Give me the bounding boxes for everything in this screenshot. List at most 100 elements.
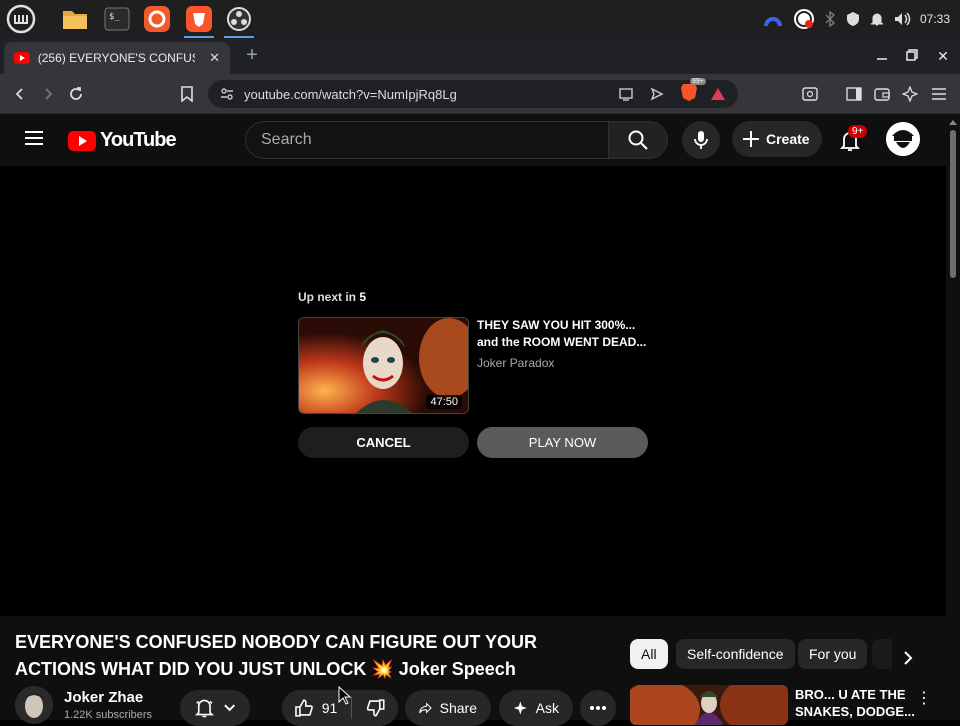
leo-ai-icon[interactable] [898, 82, 922, 106]
plus-icon [743, 131, 759, 147]
chips-next-button[interactable] [896, 646, 920, 670]
up-next-thumbnail[interactable]: 47:50 [298, 317, 469, 414]
chevron-down-icon [224, 704, 235, 712]
tab-title: (256) EVERYONE'S CONFUSED [37, 51, 195, 65]
channel-avatar[interactable] [15, 686, 53, 724]
back-button[interactable] [8, 82, 32, 106]
video-player[interactable]: Up next in 5 47:50 THEY SAW YOU HIT 300%… [0, 166, 946, 616]
recommended-title[interactable]: BRO... U ATE THE SNAKES, DODGE... [795, 686, 915, 720]
system-tray: 07:33 [762, 0, 950, 38]
svg-text:$_: $_ [109, 12, 120, 22]
vpn-icon[interactable] [762, 10, 784, 28]
youtube-logo-icon [68, 130, 96, 151]
like-count[interactable]: 91 [322, 700, 338, 716]
search-icon [628, 130, 648, 150]
browser-menu-icon[interactable] [927, 82, 951, 106]
below-player: EVERYONE'S CONFUSED NOBODY CAN FIGURE OU… [0, 616, 946, 726]
mouse-cursor-icon [338, 686, 352, 705]
ask-label: Ask [535, 700, 559, 716]
create-label: Create [766, 131, 810, 147]
new-tab-button[interactable]: + [240, 44, 264, 68]
ask-button[interactable]: Ask [499, 690, 573, 726]
channel-avatar-image-icon [15, 686, 53, 724]
send-icon[interactable] [650, 87, 664, 101]
channel-name[interactable]: Joker Zhae [64, 689, 143, 706]
page-scrollbar[interactable] [946, 114, 960, 720]
chip-all[interactable]: All [630, 639, 668, 669]
youtube-logo[interactable]: YouTube [68, 129, 177, 152]
cancel-autoplay-button[interactable]: CANCEL [298, 427, 469, 458]
voice-search-button[interactable] [682, 121, 720, 159]
shield-update-icon[interactable] [845, 11, 861, 27]
address-bar[interactable]: youtube.com/watch?v=NumIpjRq8Lg 99+ [208, 77, 738, 108]
youtube-masthead: YouTube Search Create 9+ [0, 114, 946, 166]
tab-search-icon[interactable] [798, 82, 822, 106]
forward-button[interactable] [36, 82, 60, 106]
search-button[interactable] [608, 121, 668, 159]
site-settings-icon[interactable] [220, 87, 234, 101]
search-input[interactable]: Search [245, 121, 608, 159]
like-icon[interactable] [294, 698, 314, 718]
microphone-icon [694, 131, 708, 149]
browser-tab-strip: (256) EVERYONE'S CONFUSED ✕ + ✕ [0, 38, 960, 74]
bell-outline-icon [194, 699, 214, 718]
notifications-button[interactable]: 9+ [832, 123, 868, 159]
os-taskbar: $_ 07:33 [0, 0, 960, 38]
minimize-button[interactable] [872, 46, 892, 66]
tab-close-icon[interactable]: ✕ [209, 50, 220, 66]
volume-icon[interactable] [893, 11, 911, 27]
chip-for-you[interactable]: For you [798, 639, 868, 669]
more-horizontal-icon [590, 706, 606, 710]
video-duration: 47:50 [426, 395, 462, 409]
tab-youtube[interactable]: (256) EVERYONE'S CONFUSED ✕ [4, 42, 230, 74]
brave-rewards-icon[interactable] [710, 87, 726, 101]
up-next-label: Up next in 5 [298, 290, 366, 304]
account-avatar[interactable] [886, 122, 920, 156]
files-icon[interactable] [58, 3, 92, 35]
avatar-image-icon [886, 122, 920, 156]
chip-overflow[interactable] [872, 639, 892, 669]
share-button[interactable]: Share [405, 690, 491, 726]
subscriber-count: 1.22K subscribers [64, 709, 153, 721]
chevron-right-icon [904, 651, 913, 665]
brave-shields-button[interactable]: 99+ [680, 77, 706, 107]
up-next-prefix: Up next in [298, 290, 357, 304]
recommended-thumbnail-image-icon [630, 685, 788, 725]
restore-button[interactable] [902, 46, 922, 66]
notification-bell-icon[interactable] [870, 11, 884, 27]
sidebar-icon[interactable] [842, 82, 866, 106]
play-now-button[interactable]: PLAY NOW [477, 427, 648, 458]
obs-tray-icon[interactable] [793, 8, 815, 30]
brave-icon[interactable] [182, 3, 216, 38]
bluetooth-icon[interactable] [824, 11, 836, 27]
recommended-menu-icon[interactable]: ⋮ [916, 688, 932, 708]
up-next-channel: Joker Paradox [477, 356, 555, 370]
subscription-bell-button[interactable] [180, 690, 250, 726]
terminal-icon[interactable]: $_ [100, 3, 134, 35]
scroll-up-arrow-icon[interactable] [946, 117, 960, 127]
mint-menu-icon[interactable] [4, 3, 38, 35]
firefox-dev-icon[interactable] [140, 3, 174, 35]
youtube-logo-text: YouTube [100, 129, 177, 151]
up-next-countdown: 5 [359, 290, 367, 304]
recommended-thumbnail[interactable] [630, 685, 788, 725]
bookmark-icon[interactable] [175, 82, 199, 106]
guide-menu-icon[interactable] [24, 130, 44, 151]
notification-count-badge: 9+ [848, 125, 868, 138]
sparkle-icon [513, 701, 527, 715]
scrollbar-thumb[interactable] [950, 130, 956, 278]
dislike-icon[interactable] [366, 698, 386, 718]
up-next-title[interactable]: THEY SAW YOU HIT 300%... and the ROOM WE… [477, 317, 652, 351]
close-window-button[interactable]: ✕ [933, 46, 953, 66]
chip-self-confidence[interactable]: Self-confidence [676, 639, 795, 669]
cast-icon[interactable] [618, 87, 634, 101]
share-label: Share [439, 700, 477, 716]
obs-icon[interactable] [222, 3, 256, 38]
more-actions-button[interactable] [580, 690, 616, 726]
wallet-icon[interactable] [870, 82, 894, 106]
create-button[interactable]: Create [732, 121, 822, 157]
reload-button[interactable] [64, 82, 88, 106]
youtube-favicon-icon [14, 52, 30, 64]
clock[interactable]: 07:33 [920, 12, 950, 26]
shields-badge: 99+ [690, 77, 706, 85]
